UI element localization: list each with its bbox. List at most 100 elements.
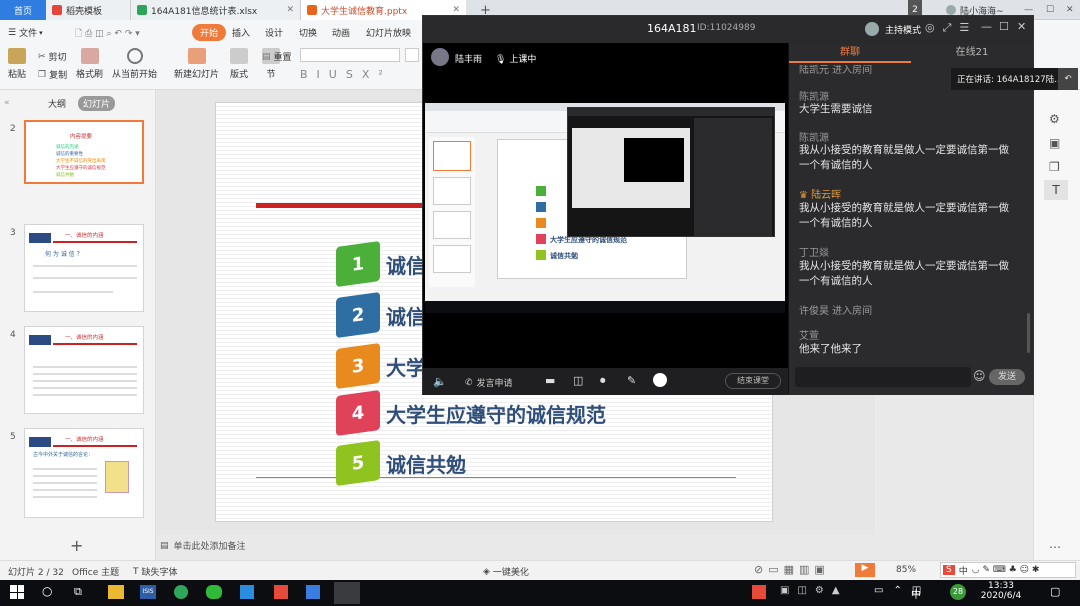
explorer-icon[interactable] — [108, 585, 124, 599]
slide-divider — [256, 203, 436, 208]
settings-icon[interactable]: ⋯ — [1049, 540, 1061, 554]
thumb-divider — [53, 343, 137, 345]
tab-group-chat[interactable]: 群聊 — [789, 43, 911, 63]
host-mode[interactable]: 主持模式 — [885, 23, 921, 36]
play-button[interactable]: ▶ — [855, 563, 875, 577]
browser-icon[interactable] — [174, 585, 188, 599]
tray-icons[interactable]: ▣◫⚙▲ — [780, 585, 848, 596]
collapse-icon[interactable]: « — [4, 98, 10, 108]
mic-icon[interactable]: ⏺ — [600, 374, 606, 388]
adjust-icon[interactable]: ⚙ — [1049, 112, 1060, 126]
system-tray-icons[interactable]: ▭⌃◫ — [874, 585, 931, 596]
chat-scrollbar[interactable] — [1027, 313, 1030, 353]
close-icon[interactable]: ✕ — [452, 5, 460, 15]
notification-icon[interactable]: ▢ — [1050, 585, 1060, 598]
meeting-app-icon[interactable] — [240, 585, 254, 599]
beautify-button[interactable]: ◈ 一键美化 — [483, 565, 529, 579]
minimize-icon[interactable]: — — [981, 20, 992, 33]
app-icon[interactable]: ISIS — [140, 585, 156, 599]
slide-thumb-4[interactable]: 一、诚信的内涵 — [24, 326, 144, 414]
scissors-icon: ✂ — [38, 51, 46, 62]
brush-icon — [80, 48, 99, 64]
copy-button[interactable]: ❐ 复制 — [38, 68, 67, 82]
maximize-icon[interactable]: ☐ — [1040, 0, 1060, 20]
tab-animation[interactable]: 动画 — [332, 26, 350, 39]
tab-docer[interactable]: 稻壳模板 — [46, 0, 130, 20]
tab-design[interactable]: 设计 — [265, 26, 283, 39]
font-name-select[interactable] — [300, 48, 400, 62]
shared-meeting-window — [567, 107, 775, 237]
tab-home[interactable]: 首页 — [0, 0, 46, 20]
header-icons[interactable]: ◎⤢☰ — [925, 21, 977, 35]
copy-icon[interactable]: ❐ — [1049, 160, 1060, 174]
close-window-icon[interactable]: ✕ — [1060, 0, 1080, 20]
copy-icon: ❐ — [38, 69, 47, 80]
format-painter-button[interactable]: 格式刷 — [76, 48, 103, 80]
emoji-icon[interactable]: ☺ — [973, 369, 986, 383]
font-size-select[interactable] — [405, 48, 419, 62]
task-view-icon[interactable]: ⧉ — [74, 585, 82, 599]
text-format-buttons[interactable]: BIUSX² — [300, 68, 392, 81]
slide-thumb-5[interactable]: 一、诚信的内涵 古今中外关于诚信的言论： — [24, 428, 144, 518]
reply-icon[interactable]: ↶ — [1058, 68, 1078, 90]
file-menu[interactable]: ☰ 文件 ▾ — [8, 26, 43, 40]
file-menu-label: 文件 — [19, 29, 38, 39]
outline-tab[interactable]: 大纲 — [48, 97, 66, 110]
tray-icon[interactable] — [752, 585, 766, 599]
chat-sender: 陈凯源 — [799, 92, 829, 103]
close-icon[interactable]: ✕ — [1017, 20, 1026, 33]
ime-indicator[interactable]: 中 — [911, 586, 921, 601]
tab-transition[interactable]: 切换 — [299, 26, 317, 39]
slide-item-text: 大学 — [386, 355, 426, 380]
reset-button[interactable]: ▤ 重置 — [262, 50, 292, 64]
chat-sender: 陈凯源 — [799, 133, 829, 144]
doc-icon[interactable] — [306, 585, 320, 599]
view-buttons[interactable]: ⊘▭▦▥▣ — [754, 563, 830, 576]
search-icon[interactable]: ○ — [42, 584, 52, 598]
text-icon[interactable]: T — [1044, 180, 1068, 200]
notification-badge[interactable]: 28 — [950, 584, 966, 600]
tab-insert[interactable]: 插入 — [232, 26, 250, 39]
ime-toolbar[interactable]: S 中 ◡ ✎ ⌨ ♣ ☺ ✱ — [940, 562, 1076, 578]
ime-icons: ◡ ✎ ⌨ ♣ ☺ ✱ — [971, 565, 1040, 575]
send-button[interactable]: 发送 — [989, 369, 1025, 385]
add-slide-button[interactable]: + — [70, 536, 83, 555]
edit-icon[interactable]: ✎ — [627, 374, 636, 387]
record-icon[interactable] — [653, 373, 667, 387]
chat-input[interactable] — [795, 367, 971, 387]
end-class-button[interactable]: 结束课堂 — [725, 373, 781, 389]
close-icon[interactable]: ✕ — [286, 5, 294, 15]
layout-button[interactable]: 版式 — [230, 48, 248, 80]
wechat-icon[interactable] — [206, 585, 222, 599]
camera-icon[interactable]: ▬ — [545, 374, 555, 387]
thumb-text-block — [33, 463, 97, 499]
tab-home-ribbon[interactable]: 开始 — [192, 24, 227, 41]
format-icon[interactable]: ▣ — [1049, 136, 1060, 150]
tab-xlsx[interactable]: 164A181信息统计表.xlsx ✕ — [130, 0, 300, 20]
avatar — [431, 48, 449, 66]
wps-icon[interactable] — [274, 585, 288, 599]
notes-icon: ▤ — [160, 540, 169, 551]
thumb-divider — [53, 445, 137, 447]
clock[interactable]: 13:33 2020/6/4 — [976, 581, 1026, 601]
tab-online[interactable]: 在线21 — [911, 43, 1033, 63]
maximize-icon[interactable]: ☐ — [999, 20, 1009, 33]
missing-font-button[interactable]: T 缺失字体 — [133, 565, 178, 579]
screen-share-view[interactable]: 陆丰雨 🎙 上课中 大学生应遵守的诚信规范 诚信共勉 — [423, 43, 788, 368]
paste-button[interactable]: 粘贴 — [8, 48, 26, 80]
cut-button[interactable]: ✂ 剪切 — [38, 50, 67, 64]
speaker-icon[interactable]: 🔈 — [433, 375, 447, 388]
start-icon[interactable] — [10, 585, 24, 599]
from-current-button[interactable]: 从当前开始 — [112, 48, 157, 80]
slide-thumb-2[interactable]: 内容提要 诚信的内涵 诚信的重要性 大学生不诚信的突出表现 大学生应遵守的诚信规… — [24, 120, 144, 184]
new-slide-button[interactable]: 新建幻灯片 — [174, 48, 219, 80]
mic-icon: 🎙 — [495, 55, 507, 65]
active-window-icon[interactable] — [334, 582, 360, 604]
speak-request-button[interactable]: ✆ 发言申请 — [465, 376, 513, 390]
slide-thumb-3[interactable]: 一、诚信的内涵 何 为 诚 信 ？ — [24, 224, 144, 312]
share-screen-icon[interactable]: ◫ — [573, 374, 583, 387]
slides-tab[interactable]: 幻灯片 — [78, 96, 116, 111]
class-status: 🎙 上课中 — [495, 52, 536, 65]
notes-area[interactable]: ▤ 单击此处添加备注 — [160, 539, 246, 553]
tab-slideshow[interactable]: 幻灯片放映 — [366, 26, 411, 39]
